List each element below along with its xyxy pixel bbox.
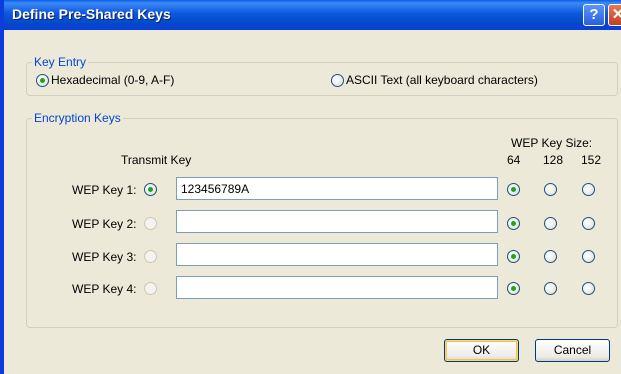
size-64-header: 64 (507, 153, 521, 167)
cancel-button[interactable]: Cancel (535, 339, 610, 362)
wep-key-2-size-152-radio[interactable] (582, 217, 595, 230)
size-128-header: 128 (543, 153, 564, 167)
close-button[interactable]: ✕ (608, 4, 621, 26)
wep-key-4-size-128-radio[interactable] (544, 282, 557, 295)
encryption-keys-legend: Encryption Keys (32, 111, 123, 125)
wep-key-1-size-128-radio[interactable] (544, 183, 557, 196)
wep-key-1-label: WEP Key 1: (72, 183, 137, 197)
ascii-text-label[interactable]: ASCII Text (all keyboard characters) (346, 73, 538, 87)
hexadecimal-radio[interactable] (36, 74, 49, 87)
wep-key-2-transmit-radio[interactable] (144, 217, 157, 230)
define-pre-shared-keys-dialog: Define Pre-Shared Keys ? ✕ Key Entry Hex… (0, 0, 621, 374)
wep-key-3-input[interactable] (176, 243, 498, 266)
wep-key-3-size-64-radio[interactable] (507, 250, 520, 263)
key-entry-legend: Key Entry (32, 55, 89, 69)
wep-key-2-input[interactable] (176, 210, 498, 233)
wep-key-size-label: WEP Key Size: (511, 136, 593, 150)
encryption-keys-group: Encryption Keys WEP Key Size: Transmit K… (26, 111, 618, 328)
size-152-header: 152 (581, 153, 602, 167)
wep-key-4-size-152-radio[interactable] (582, 282, 595, 295)
transmit-key-label: Transmit Key (121, 153, 192, 167)
wep-key-4-size-64-radio[interactable] (507, 282, 520, 295)
key-entry-group: Key Entry Hexadecimal (0-9, A-F) ASCII T… (26, 55, 618, 96)
wep-key-3-size-128-radio[interactable] (544, 250, 557, 263)
wep-key-4-transmit-radio[interactable] (144, 282, 157, 295)
wep-key-2-size-64-radio[interactable] (507, 217, 520, 230)
wep-key-3-size-152-radio[interactable] (582, 250, 595, 263)
ascii-text-radio[interactable] (331, 74, 344, 87)
wep-key-3-transmit-radio[interactable] (144, 250, 157, 263)
wep-key-1-size-64-radio[interactable] (507, 183, 520, 196)
wep-key-2-size-128-radio[interactable] (544, 217, 557, 230)
wep-key-1-transmit-radio[interactable] (144, 183, 157, 196)
ok-button[interactable]: OK (444, 339, 519, 362)
wep-key-1-size-152-radio[interactable] (582, 183, 595, 196)
wep-key-4-input[interactable] (176, 276, 498, 299)
wep-key-3-label: WEP Key 3: (72, 250, 137, 264)
wep-key-1-input[interactable] (176, 177, 498, 200)
title-bar[interactable]: Define Pre-Shared Keys ? ✕ (4, 0, 621, 30)
window-title: Define Pre-Shared Keys (12, 6, 171, 22)
wep-key-2-label: WEP Key 2: (72, 217, 137, 231)
wep-key-4-label: WEP Key 4: (72, 282, 137, 296)
hexadecimal-label[interactable]: Hexadecimal (0-9, A-F) (51, 73, 174, 87)
help-button[interactable]: ? (583, 4, 605, 26)
